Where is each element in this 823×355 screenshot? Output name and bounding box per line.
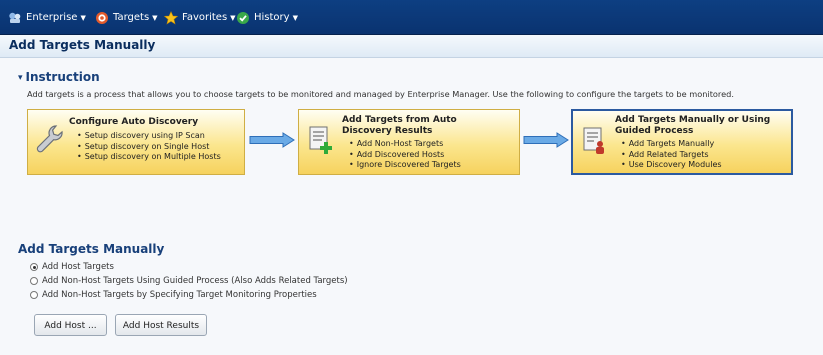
step-card-add-from-auto-discovery[interactable]: Add Targets from Auto Discovery Results …: [298, 109, 520, 175]
list-item: Ignore Discovered Targets: [349, 160, 461, 171]
add-targets-manually-heading: Add Targets Manually: [18, 242, 165, 256]
document-add-icon: [309, 126, 332, 154]
star-icon: [164, 11, 178, 25]
list-item: Setup discovery on Multiple Hosts: [77, 152, 221, 163]
add-host-results-button[interactable]: Add Host Results: [115, 314, 207, 336]
step-card-add-manually-guided[interactable]: Add Targets Manually or Using Guided Pro…: [571, 109, 793, 175]
list-item: Use Discovery Modules: [621, 160, 722, 171]
step-title-line: Discovery Results: [342, 126, 433, 136]
step-items: Add Targets Manually Add Related Targets…: [621, 139, 722, 171]
step-title-line: Guided Process: [615, 126, 694, 136]
radio-button[interactable]: [30, 291, 38, 299]
menu-history-label: History: [254, 12, 290, 23]
flow-arrow-icon: [523, 132, 569, 148]
history-icon: [237, 12, 249, 24]
instruction-text: Add targets is a process that allows you…: [27, 89, 734, 99]
collapse-toggle-icon[interactable]: ▾: [18, 73, 23, 83]
step-title: Configure Auto Discovery: [69, 117, 199, 127]
step-title-line: Add Targets from Auto: [342, 115, 457, 125]
wrench-icon: [36, 125, 63, 153]
chevron-down-icon[interactable]: ▼: [80, 14, 85, 22]
global-menubar: Enterprise ▼ Targets ▼ Favorites ▼ History ▼: [0, 0, 823, 35]
menu-targets[interactable]: Targets ▼: [95, 9, 158, 27]
menu-enterprise-label: Enterprise: [26, 12, 78, 23]
radio-label: Add Non-Host Targets Using Guided Proces…: [42, 276, 348, 286]
radio-label: Add Host Targets: [42, 262, 114, 272]
list-item: Setup discovery on Single Host: [77, 142, 221, 153]
step-title: Add Targets from Auto Discovery Results: [342, 115, 457, 137]
page-header: Add Targets Manually: [0, 35, 823, 58]
list-item: Setup discovery using IP Scan: [77, 131, 221, 142]
list-item: Add Related Targets: [621, 150, 722, 161]
document-person-icon: [583, 127, 604, 154]
add-host-button[interactable]: Add Host ...: [34, 314, 107, 336]
list-item: Add Discovered Hosts: [349, 150, 461, 161]
step-title-line: Add Targets Manually or Using: [615, 115, 771, 125]
page-title: Add Targets Manually: [9, 38, 156, 52]
instruction-heading[interactable]: ▾ Instruction: [18, 70, 100, 84]
main-content: ▾ Instruction Add targets is a process th…: [0, 58, 823, 355]
step-card-configure-auto-discovery[interactable]: Configure Auto Discovery Setup discovery…: [27, 109, 245, 175]
list-item: Add Targets Manually: [621, 139, 722, 150]
menu-history[interactable]: History ▼: [236, 9, 298, 27]
instruction-heading-label: Instruction: [25, 70, 100, 84]
targets-icon: [96, 12, 108, 24]
chevron-down-icon[interactable]: ▼: [293, 14, 298, 22]
radio-label: Add Non-Host Targets by Specifying Targe…: [42, 290, 317, 300]
menu-favorites[interactable]: Favorites ▼: [164, 9, 236, 27]
step-title: Add Targets Manually or Using Guided Pro…: [615, 115, 770, 137]
chevron-down-icon[interactable]: ▼: [152, 14, 157, 22]
menu-favorites-label: Favorites: [182, 12, 228, 23]
step-items: Add Non-Host Targets Add Discovered Host…: [349, 139, 461, 171]
menu-enterprise[interactable]: Enterprise ▼: [8, 9, 86, 27]
step-items: Setup discovery using IP Scan Setup disc…: [77, 131, 221, 163]
list-item: Add Non-Host Targets: [349, 139, 461, 150]
menu-targets-label: Targets: [113, 12, 150, 23]
radio-add-host-targets[interactable]: Add Host Targets: [30, 261, 114, 273]
radio-add-non-host-properties[interactable]: Add Non-Host Targets by Specifying Targe…: [30, 289, 317, 301]
radio-add-non-host-guided[interactable]: Add Non-Host Targets Using Guided Proces…: [30, 275, 348, 287]
enterprise-icon: [9, 12, 21, 23]
chevron-down-icon[interactable]: ▼: [230, 14, 235, 22]
radio-button[interactable]: [30, 277, 38, 285]
radio-button[interactable]: [30, 263, 38, 271]
flow-arrow-icon: [249, 132, 295, 148]
